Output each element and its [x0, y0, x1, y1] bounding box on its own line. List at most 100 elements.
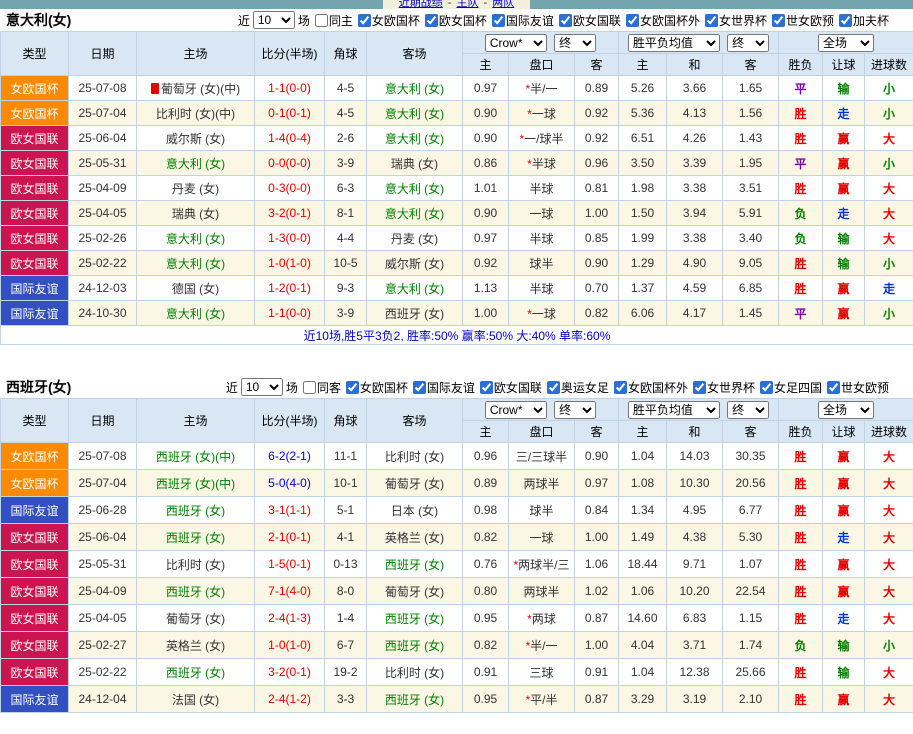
filter-checkbox[interactable]: [345, 380, 359, 394]
col-header-odds-home: 主: [462, 53, 509, 76]
filter-checkbox[interactable]: [412, 380, 426, 394]
filter-checkbox[interactable]: [314, 13, 328, 27]
odds-provider-select[interactable]: Crow*: [484, 33, 547, 52]
home-team-name[interactable]: 意大利 (女): [166, 232, 225, 246]
filter-checkbox[interactable]: [771, 13, 785, 27]
away-team-name[interactable]: 比利时 (女): [385, 666, 444, 680]
away-team-name[interactable]: 意大利 (女): [385, 182, 444, 196]
away-team-name[interactable]: 西班牙 (女): [385, 612, 444, 626]
avg-stage-select[interactable]: 终: [727, 400, 770, 419]
filter-checkbox[interactable]: [826, 380, 840, 394]
away-team-name[interactable]: 葡萄牙 (女): [385, 585, 444, 599]
match-row: 欧女国联 25-04-09 西班牙 (女) 7-1(4-0) 8-0 葡萄牙 (女) 0.8…: [0, 577, 913, 605]
home-team-name[interactable]: 意大利 (女): [166, 157, 225, 171]
recent-count-select[interactable]: 10: [240, 378, 283, 396]
home-team-name[interactable]: 葡萄牙 (女)(中): [161, 82, 240, 96]
home-team-name[interactable]: 西班牙 (女): [166, 531, 225, 545]
avg-provider-select[interactable]: 胜平负均值: [627, 400, 720, 419]
col-header-date: 日期: [68, 398, 137, 443]
avg-home-odds: 1.08: [618, 469, 667, 497]
competition-type-badge: 欧女国联: [0, 175, 69, 201]
home-team-name[interactable]: 威尔斯 (女): [166, 132, 225, 146]
away-team-name[interactable]: 意大利 (女): [385, 282, 444, 296]
home-team-name[interactable]: 比利时 (女)(中): [156, 107, 235, 121]
away-team-name[interactable]: 意大利 (女): [385, 82, 444, 96]
home-team-name[interactable]: 法国 (女): [172, 693, 219, 707]
away-team-name[interactable]: 意大利 (女): [385, 107, 444, 121]
filter-checkbox[interactable]: [613, 380, 627, 394]
away-team-name[interactable]: 西班牙 (女): [385, 639, 444, 653]
home-team-name[interactable]: 瑞典 (女): [172, 207, 219, 221]
home-team: 西班牙 (女): [136, 496, 255, 524]
filter-item: 女世界杯: [700, 12, 767, 29]
away-team-name[interactable]: 瑞典 (女): [391, 157, 438, 171]
filter-checkbox[interactable]: [302, 380, 316, 394]
odds-home: 0.90: [462, 200, 509, 226]
home-team-name[interactable]: 意大利 (女): [166, 257, 225, 271]
scope-select[interactable]: 全场: [818, 33, 874, 52]
result-goals: 走: [863, 275, 913, 301]
away-team-name[interactable]: 威尔斯 (女): [385, 257, 444, 271]
avg-provider-select[interactable]: 胜平负均值: [627, 33, 720, 52]
result-handicap: 赢: [822, 577, 865, 605]
competition-type-badge: 女欧国杯: [0, 442, 69, 470]
recent-count-select[interactable]: 10: [252, 11, 295, 29]
handicap: 半球: [508, 275, 575, 301]
away-team-name[interactable]: 英格兰 (女): [385, 531, 444, 545]
odds-stage-select[interactable]: 终: [554, 33, 597, 52]
home-team-name[interactable]: 西班牙 (女): [166, 504, 225, 518]
top-nav-link[interactable]: 近期战绩: [399, 0, 443, 9]
home-team-name[interactable]: 意大利 (女): [166, 307, 225, 321]
away-favorite-star: *: [525, 638, 531, 653]
matches-tbody: 女欧国杯 25-07-08 葡萄牙 (女)(中) 1-1(0-0) 4-5 意大利 (女)…: [0, 75, 913, 345]
away-team-name[interactable]: 西班牙 (女): [385, 558, 444, 572]
filter-checkbox[interactable]: [479, 380, 493, 394]
filter-item: 女足四国: [755, 379, 822, 396]
corners-score: 9-3: [324, 275, 367, 301]
away-team-name[interactable]: 葡萄牙 (女): [385, 477, 444, 491]
match-date: 25-02-27: [68, 631, 137, 659]
away-team-name[interactable]: 日本 (女): [391, 504, 438, 518]
top-nav-link[interactable]: 主队: [457, 0, 479, 9]
odds-home: 0.89: [462, 469, 509, 497]
avg-away-odds: 1.15: [722, 604, 779, 632]
odds-provider-select[interactable]: Crow*: [484, 400, 547, 419]
away-team-name[interactable]: 西班牙 (女): [385, 307, 444, 321]
match-score: 6-2(2-1): [254, 442, 325, 470]
filter-checkbox[interactable]: [838, 13, 852, 27]
away-team-name[interactable]: 意大利 (女): [385, 207, 444, 221]
home-team-name[interactable]: 丹麦 (女): [172, 182, 219, 196]
top-nav-link[interactable]: 两队: [492, 0, 514, 9]
home-team-name[interactable]: 西班牙 (女)(中): [156, 477, 235, 491]
home-team-name[interactable]: 比利时 (女): [166, 558, 225, 572]
home-team-name[interactable]: 西班牙 (女): [166, 585, 225, 599]
away-team-name[interactable]: 比利时 (女): [385, 450, 444, 464]
filter-checkbox[interactable]: [491, 13, 505, 27]
handicap: 三球: [508, 658, 575, 686]
odds-stage-select[interactable]: 终: [554, 400, 597, 419]
away-team-name[interactable]: 意大利 (女): [385, 132, 444, 146]
filter-checkbox[interactable]: [759, 380, 773, 394]
filter-checkbox[interactable]: [625, 13, 639, 27]
home-team-name[interactable]: 西班牙 (女): [166, 666, 225, 680]
scope-select[interactable]: 全场: [818, 400, 874, 419]
home-team-name[interactable]: 德国 (女): [172, 282, 219, 296]
result-wdl: 胜: [778, 658, 823, 686]
home-team-name[interactable]: 葡萄牙 (女): [166, 612, 225, 626]
competition-type-badge: 国际友谊: [0, 275, 69, 301]
filter-checkbox[interactable]: [424, 13, 438, 27]
home-team-name[interactable]: 英格兰 (女): [166, 639, 225, 653]
filter-checkbox[interactable]: [546, 380, 560, 394]
filter-checkbox[interactable]: [692, 380, 706, 394]
handicap: *两球半/三: [508, 550, 575, 578]
home-team-name[interactable]: 西班牙 (女)(中): [156, 450, 235, 464]
avg-stage-select[interactable]: 终: [727, 33, 770, 52]
filter-checkbox[interactable]: [704, 13, 718, 27]
filter-checkbox[interactable]: [558, 13, 572, 27]
away-team-name[interactable]: 西班牙 (女): [385, 693, 444, 707]
odds-away: 0.82: [574, 300, 619, 326]
away-team-name[interactable]: 丹麦 (女): [391, 232, 438, 246]
result-wdl: 平: [778, 75, 823, 101]
match-date: 25-07-04: [68, 469, 137, 497]
filter-checkbox[interactable]: [357, 13, 371, 27]
